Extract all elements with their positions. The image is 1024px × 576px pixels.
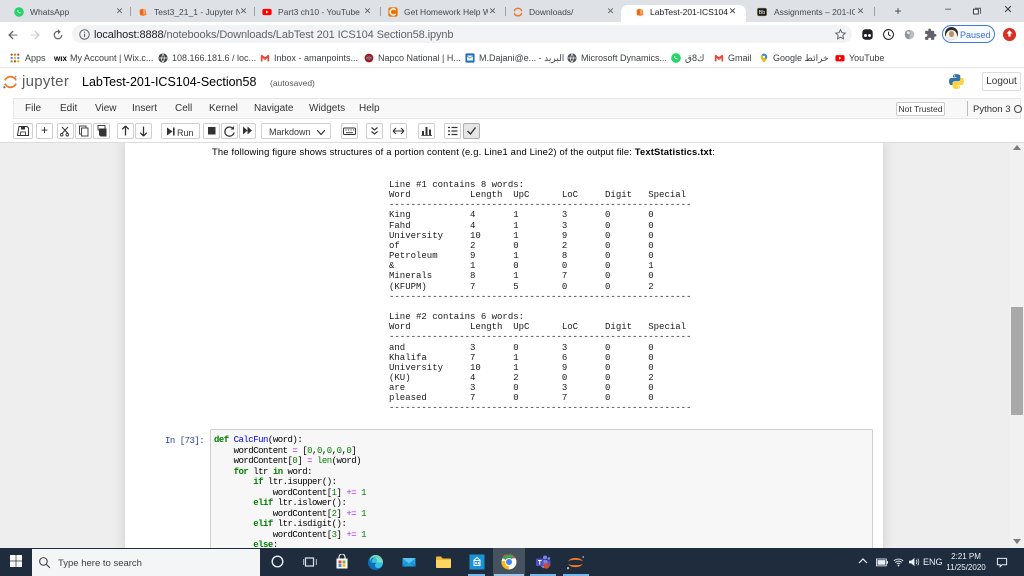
svg-text:Bb: Bb xyxy=(759,10,766,16)
